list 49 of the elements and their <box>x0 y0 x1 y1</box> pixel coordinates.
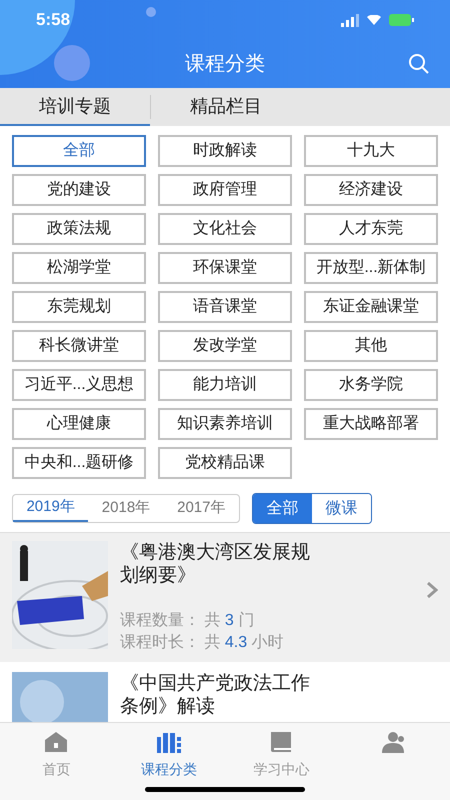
tab[interactable]: 培训专题 <box>0 88 150 126</box>
battery-icon <box>389 14 414 26</box>
people-icon <box>380 731 407 753</box>
category-button[interactable]: 心理健康 <box>12 408 146 440</box>
year-tab[interactable]: 2019年 <box>13 495 88 522</box>
category-button[interactable]: 开放型...新体制 <box>304 252 438 284</box>
category-button[interactable]: 东证金融课堂 <box>304 291 438 323</box>
category-button[interactable]: 科长微讲堂 <box>12 330 146 362</box>
category-button[interactable]: 习近平...义思想 <box>12 369 146 401</box>
category-button[interactable]: 语音课堂 <box>158 291 292 323</box>
chevron-right-icon <box>426 581 438 599</box>
category-button[interactable]: 其他 <box>304 330 438 362</box>
category-button[interactable]: 人才东莞 <box>304 213 438 245</box>
nav-tab[interactable]: 课程分类 <box>112 731 225 780</box>
year-tab[interactable]: 2018年 <box>88 495 164 522</box>
category-button[interactable]: 经济建设 <box>304 174 438 206</box>
category-button[interactable]: 重大战略部署 <box>304 408 438 440</box>
signal-icon <box>341 14 359 26</box>
category-button[interactable]: 政策法规 <box>12 213 146 245</box>
course-title: 《粤港澳大湾区发展规划纲要》 <box>120 541 311 587</box>
year-tab[interactable]: 2017年 <box>164 495 239 522</box>
books-icon <box>156 731 182 753</box>
category-button[interactable]: 能力培训 <box>158 369 292 401</box>
course-count: 课程数量： 共 3 门 <box>120 610 256 631</box>
page-title: 课程分类 <box>185 52 265 77</box>
course-duration: 课程时长： 共 4.3 小时 <box>120 632 285 653</box>
category-button[interactable]: 水务学院 <box>304 369 438 401</box>
category-button[interactable]: 知识素养培训 <box>158 408 292 440</box>
category-button[interactable]: 时政解读 <box>158 135 292 167</box>
wifi-icon <box>367 15 381 25</box>
category-button[interactable]: 党校精品课 <box>158 447 292 479</box>
category-button[interactable]: 发改学堂 <box>158 330 292 362</box>
category-button[interactable]: 中央和...题研修 <box>12 447 146 479</box>
type-tab[interactable]: 全部 <box>253 494 312 523</box>
home-icon <box>44 731 68 753</box>
course-row[interactable]: 《粤港澳大湾区发展规划纲要》 课程数量： 共 3 门 课程时长： 共 4.3 小时 <box>0 533 450 662</box>
course-title: 《中国共产党政法工作条例》解读 <box>120 672 311 718</box>
category-button[interactable]: 全部 <box>12 135 146 167</box>
status-time: 5:58 <box>36 9 70 32</box>
book-icon <box>269 731 294 753</box>
category-button[interactable]: 十九大 <box>304 135 438 167</box>
tab[interactable]: 精品栏目 <box>151 88 301 126</box>
category-button[interactable]: 文化社会 <box>158 213 292 245</box>
category-button[interactable]: 政府管理 <box>158 174 292 206</box>
category-button[interactable]: 环保课堂 <box>158 252 292 284</box>
search-icon[interactable] <box>408 53 430 75</box>
category-button[interactable]: 党的建设 <box>12 174 146 206</box>
category-button[interactable]: 东莞规划 <box>12 291 146 323</box>
category-button[interactable]: 松湖学堂 <box>12 252 146 284</box>
